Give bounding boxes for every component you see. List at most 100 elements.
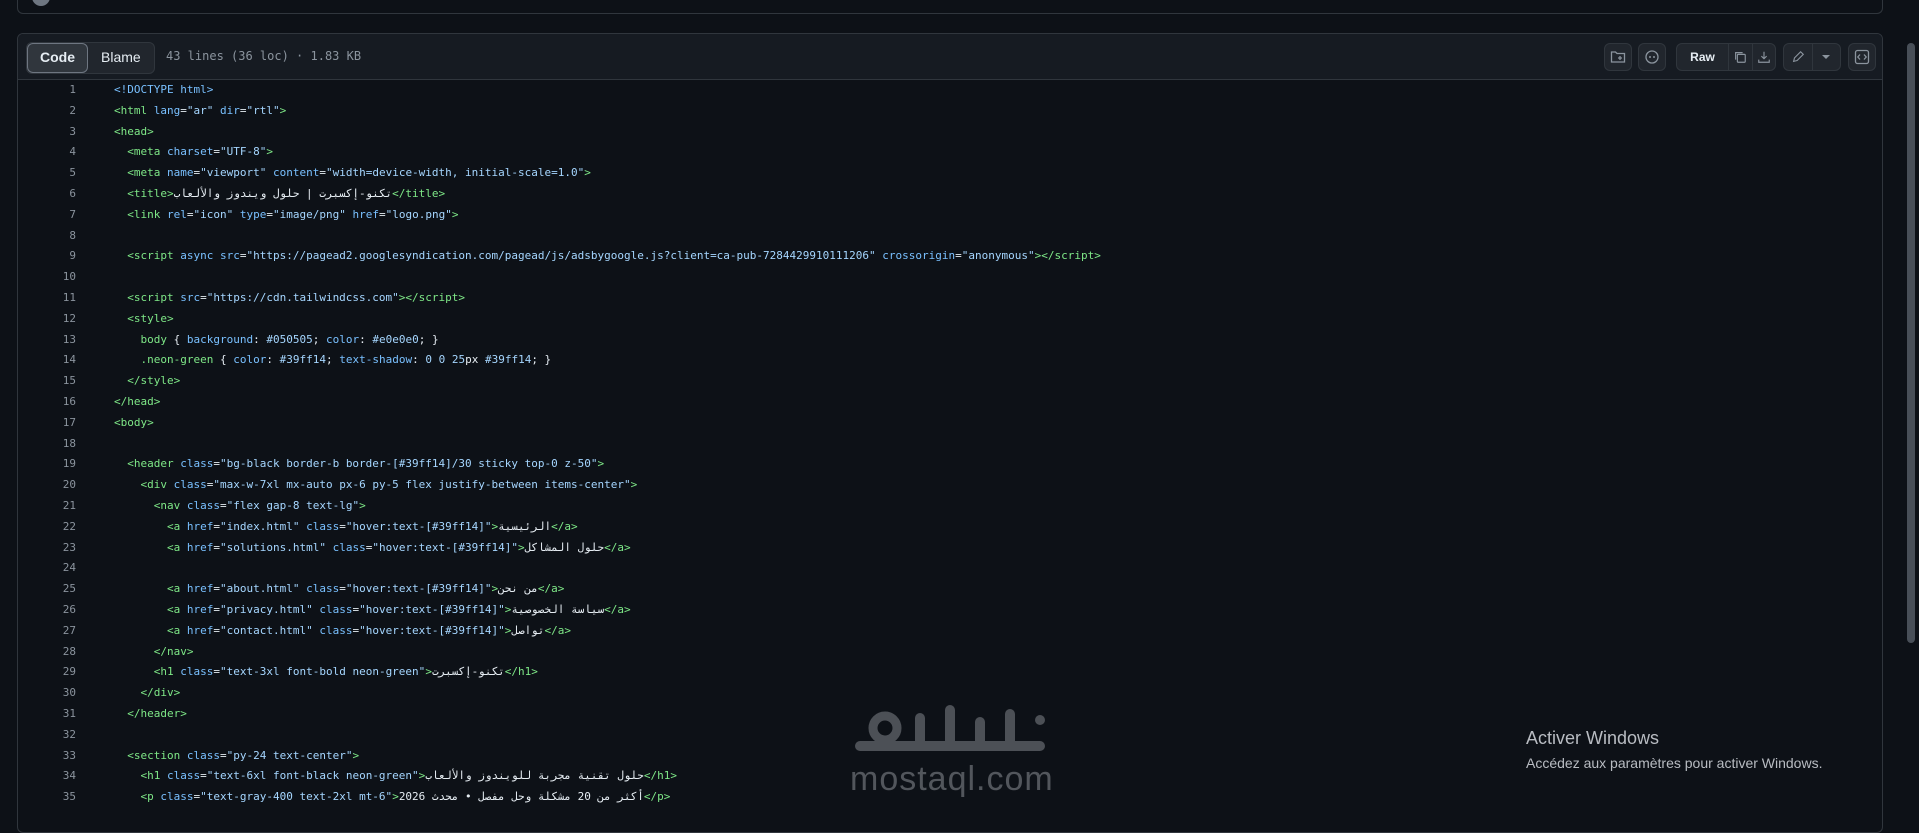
line-number[interactable]: 23 (18, 538, 76, 559)
raw-actions-group: Raw (1676, 43, 1776, 71)
line-content: <meta charset="UTF-8"> (127, 145, 273, 159)
code-line: 15 </style> (18, 371, 1868, 392)
copilot-button[interactable] (1638, 43, 1666, 71)
line-number[interactable]: 30 (18, 683, 76, 704)
line-number[interactable]: 6 (18, 184, 76, 205)
page-scrollbar[interactable] (1905, 33, 1917, 833)
line-content: <style> (127, 311, 174, 325)
copy-raw-button[interactable] (1728, 44, 1751, 70)
line-number[interactable]: 20 (18, 475, 76, 496)
code-line: 12 <style> (18, 309, 1868, 330)
line-number[interactable]: 5 (18, 163, 76, 184)
code-line: 28 </nav> (18, 642, 1868, 663)
code-line: 7 <link rel="icon" type="image/png" href… (18, 205, 1868, 226)
edit-actions-group (1783, 43, 1841, 71)
edit-dropdown-button[interactable] (1811, 44, 1840, 70)
line-content: <a href="privacy.html" class="hover:text… (166, 602, 631, 616)
line-number[interactable]: 32 (18, 725, 76, 746)
folder-plus-icon (1610, 51, 1626, 63)
code-line: 11 <script src="https://cdn.tailwindcss.… (18, 288, 1868, 309)
file-toolbar: Code Blame 43 lines (36 loc) · 1.83 KB R… (18, 34, 1882, 80)
line-number[interactable]: 17 (18, 413, 76, 434)
code-line: 26 <a href="privacy.html" class="hover:t… (18, 600, 1868, 621)
line-number[interactable]: 31 (18, 704, 76, 725)
line-number[interactable]: 26 (18, 600, 76, 621)
line-content: <script src="https://cdn.tailwindcss.com… (127, 290, 466, 304)
code-line: 29 <h1 class="text-3xl font-bold neon-gr… (18, 662, 1868, 683)
line-number[interactable]: 15 (18, 371, 76, 392)
tab-code[interactable]: Code (27, 43, 88, 73)
line-number[interactable]: 14 (18, 350, 76, 371)
line-content: <a href="contact.html" class="hover:text… (166, 623, 572, 637)
line-number[interactable]: 8 (18, 226, 76, 247)
line-content: <a href="about.html" class="hover:text-[… (166, 582, 565, 596)
code-line: 4 <meta charset="UTF-8"> (18, 142, 1868, 163)
avatar[interactable] (32, 0, 50, 6)
code-line: 24 (18, 558, 1868, 579)
code-line: 8 (18, 226, 1868, 247)
download-icon (1757, 51, 1770, 63)
line-content: <title>تكنو-إكسبرت | حلول ويندوز والألعا… (127, 186, 446, 200)
line-number[interactable]: 25 (18, 579, 76, 600)
line-content: <h1 class="text-6xl font-black neon-gree… (140, 769, 677, 783)
watermark: mostaql.com (850, 760, 1054, 798)
line-number[interactable]: 35 (18, 787, 76, 808)
code-line: 18 (18, 434, 1868, 455)
tab-blame[interactable]: Blame (88, 43, 154, 73)
code-line: 6 <title>تكنو-إكسبرت | حلول ويندوز والأل… (18, 184, 1868, 205)
copilot-icon (1645, 50, 1659, 64)
line-number[interactable]: 2 (18, 101, 76, 122)
line-content: <p class="text-gray-400 text-2xl mt-6">أ… (140, 790, 671, 804)
line-content: </head> (114, 394, 161, 408)
code-line: 2 <html lang="ar" dir="rtl"> (18, 101, 1868, 122)
code-line: 3 <head> (18, 122, 1868, 143)
line-number[interactable]: 18 (18, 434, 76, 455)
code-line: 20 <div class="max-w-7xl mx-auto px-6 py… (18, 475, 1868, 496)
code-view: 1 <!DOCTYPE html> 2 <html lang="ar" dir="rt… (18, 80, 1868, 808)
line-number[interactable]: 27 (18, 621, 76, 642)
line-content: <html lang="ar" dir="rtl"> (114, 103, 287, 117)
line-number[interactable]: 29 (18, 662, 76, 683)
mostaql-logo (855, 705, 1045, 751)
line-number[interactable]: 13 (18, 330, 76, 351)
line-content: </style> (127, 374, 181, 388)
line-number[interactable]: 12 (18, 309, 76, 330)
line-number[interactable]: 9 (18, 246, 76, 267)
line-content: </header> (127, 706, 187, 720)
line-number[interactable]: 16 (18, 392, 76, 413)
edit-button[interactable] (1784, 44, 1812, 70)
symbols-panel-button[interactable] (1848, 43, 1876, 71)
code-line: 1 <!DOCTYPE html> (18, 80, 1868, 101)
line-number[interactable]: 21 (18, 496, 76, 517)
line-number[interactable]: 33 (18, 746, 76, 767)
line-number[interactable]: 4 (18, 142, 76, 163)
line-content: body { background: #050505; color: #e0e0… (140, 332, 439, 346)
line-number[interactable]: 28 (18, 642, 76, 663)
raw-button[interactable]: Raw (1677, 44, 1728, 70)
previous-panel-edge (17, 0, 1883, 14)
line-number[interactable]: 22 (18, 517, 76, 538)
code-line: 19 <header class="bg-black border-b bord… (18, 454, 1868, 475)
line-number[interactable]: 1 (18, 80, 76, 101)
line-number[interactable]: 24 (18, 558, 76, 579)
line-number[interactable]: 3 (18, 122, 76, 143)
line-content: <link rel="icon" type="image/png" href="… (127, 207, 459, 221)
file-meta: 43 lines (36 loc) · 1.83 KB (166, 49, 362, 63)
line-content: </div> (140, 686, 181, 700)
line-content: <body> (114, 415, 154, 429)
line-content: <header class="bg-black border-b border-… (127, 457, 605, 471)
download-button[interactable] (1751, 44, 1775, 70)
activation-title: Activer Windows (1526, 728, 1660, 748)
activation-subtitle: Accédez aux paramètres pour activer Wind… (1526, 755, 1823, 771)
code-line: 9 <script async src="https://pagead2.goo… (18, 246, 1868, 267)
line-number[interactable]: 11 (18, 288, 76, 309)
add-to-folder-button[interactable] (1604, 43, 1632, 71)
line-number[interactable]: 10 (18, 267, 76, 288)
line-content: <a href="index.html" class="hover:text-[… (166, 519, 578, 533)
scrollbar-thumb[interactable] (1907, 43, 1915, 643)
line-number[interactable]: 7 (18, 205, 76, 226)
line-content: <a href="solutions.html" class="hover:te… (166, 540, 631, 554)
line-number[interactable]: 34 (18, 766, 76, 787)
line-number[interactable]: 19 (18, 454, 76, 475)
code-line: 10 (18, 267, 1868, 288)
